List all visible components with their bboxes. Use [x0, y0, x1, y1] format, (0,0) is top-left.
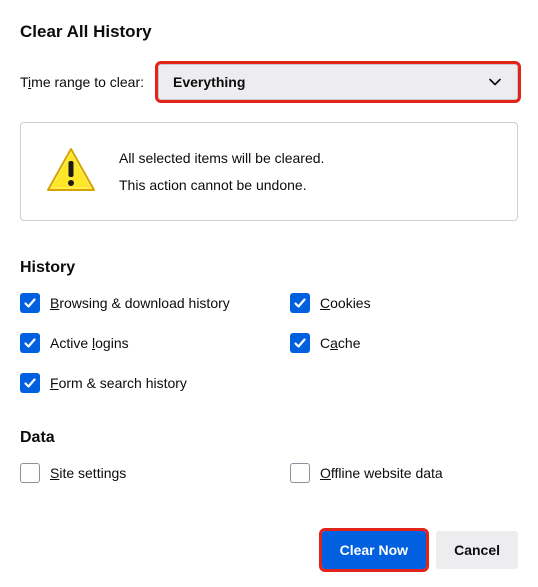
- history-options: Browsing & download history Cookies Acti…: [20, 293, 518, 393]
- checkbox-cookies[interactable]: Cookies: [290, 293, 518, 313]
- chevron-down-icon: [487, 74, 503, 90]
- dialog-title: Clear All History: [20, 22, 518, 42]
- checkbox-site-settings[interactable]: Site settings: [20, 463, 290, 483]
- checkmark-icon: [20, 373, 40, 393]
- checkmark-icon: [290, 293, 310, 313]
- time-range-row: Time range to clear: Everything: [20, 64, 518, 100]
- checkbox-label: Active logins: [50, 335, 129, 351]
- data-section-title: Data: [20, 429, 518, 447]
- time-range-selected: Everything: [173, 74, 245, 90]
- checkbox-label: Form & search history: [50, 375, 187, 391]
- time-range-dropdown[interactable]: Everything: [158, 64, 518, 100]
- history-section-title: History: [20, 259, 518, 277]
- checkbox-label: Offline website data: [320, 465, 443, 481]
- warning-box: All selected items will be cleared. This…: [20, 122, 518, 221]
- checkbox-form-search-history[interactable]: Form & search history: [20, 373, 290, 393]
- clear-now-button[interactable]: Clear Now: [322, 531, 426, 569]
- checkbox-label: Cache: [320, 335, 361, 351]
- checkbox-label: Site settings: [50, 465, 126, 481]
- warning-text: All selected items will be cleared. This…: [119, 145, 324, 198]
- checkbox-offline-data[interactable]: Offline website data: [290, 463, 518, 483]
- dialog-footer: Clear Now Cancel: [322, 531, 518, 569]
- checkbox-label: Browsing & download history: [50, 295, 230, 311]
- checkbox-browsing-history[interactable]: Browsing & download history: [20, 293, 290, 313]
- checkmark-icon: [290, 333, 310, 353]
- checkbox-label: Cookies: [320, 295, 371, 311]
- checkbox-empty-icon: [20, 463, 40, 483]
- warning-icon: [45, 146, 97, 197]
- checkbox-cache[interactable]: Cache: [290, 333, 518, 353]
- checkbox-active-logins[interactable]: Active logins: [20, 333, 290, 353]
- time-range-label: Time range to clear:: [20, 74, 144, 90]
- checkmark-icon: [20, 333, 40, 353]
- cancel-button[interactable]: Cancel: [436, 531, 518, 569]
- data-options: Site settings Offline website data: [20, 463, 518, 483]
- checkbox-empty-icon: [290, 463, 310, 483]
- checkmark-icon: [20, 293, 40, 313]
